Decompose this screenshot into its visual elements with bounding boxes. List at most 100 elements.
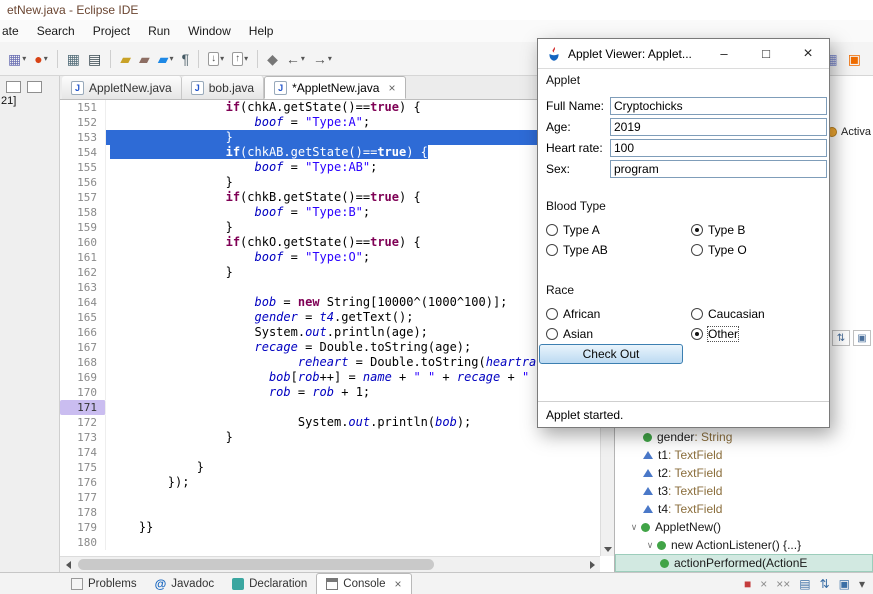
code-line[interactable]: 168 reheart = Double.toString(heartra: [60, 355, 600, 370]
code-line[interactable]: 152 boof = "Type:A";: [60, 115, 600, 130]
code-line[interactable]: 162 }: [60, 265, 600, 280]
scroll-down-arrow-icon[interactable]: [601, 542, 614, 556]
radio-other[interactable]: Other: [691, 324, 829, 344]
code-line[interactable]: 176 });: [60, 475, 600, 490]
close-icon[interactable]: ×: [395, 577, 402, 591]
back-icon[interactable]: ← ▾: [283, 50, 308, 68]
display-selected-console-icon[interactable]: ▾: [859, 578, 865, 590]
field-input-sex[interactable]: [610, 159, 827, 178]
menu-project[interactable]: Project: [84, 21, 139, 41]
code-line[interactable]: 156 }: [60, 175, 600, 190]
print-icon[interactable]: ▤: [85, 50, 104, 68]
applet-titlebar[interactable]: Applet Viewer: Applet... – □ ×: [538, 39, 829, 69]
radio-asian[interactable]: Asian: [546, 324, 691, 344]
code-line[interactable]: 160 if(chkO.getState()==true) {: [60, 235, 600, 250]
terminate-icon[interactable]: ■: [744, 578, 751, 590]
menu-ate[interactable]: ate: [0, 21, 28, 41]
new-folder-icon[interactable]: ▰: [117, 50, 134, 68]
next-annotation-icon[interactable]: ↓ ▾: [205, 50, 227, 68]
code-line[interactable]: 158 boof = "Type:B";: [60, 205, 600, 220]
menu-help[interactable]: Help: [240, 21, 283, 41]
radio-type-ab[interactable]: Type AB: [546, 240, 691, 260]
menu-window[interactable]: Window: [179, 21, 240, 41]
code-editor[interactable]: 151 if(chkA.getState()==true) {152 boof …: [60, 100, 600, 556]
show-whitespace-icon[interactable]: ¶: [179, 50, 193, 68]
scroll-lock-icon[interactable]: ⇅: [820, 578, 830, 590]
view-tab-javadoc[interactable]: @ Javadoc: [146, 573, 224, 594]
run-config-icon[interactable]: ● ▾: [31, 50, 50, 68]
last-edit-location-icon[interactable]: ◆: [264, 50, 281, 68]
radio-type-b[interactable]: Type B: [691, 220, 829, 240]
view-tab-problems[interactable]: Problems: [62, 573, 146, 594]
expand-chevron-icon[interactable]: ∨: [643, 540, 657, 551]
editor-tab[interactable]: J *AppletNew.java ×: [264, 76, 406, 99]
outline-item[interactable]: actionPerformed(ActionE: [615, 554, 873, 572]
menu-search[interactable]: Search: [28, 21, 84, 41]
code-line[interactable]: 154 if(chkAB.getState()==true) {: [60, 145, 600, 160]
horizontal-scroll-thumb[interactable]: [78, 559, 435, 570]
view-menu-icon[interactable]: [27, 81, 42, 93]
field-input-heartrate[interactable]: [610, 138, 827, 157]
remove-all-launches-icon[interactable]: ××: [776, 578, 790, 590]
outline-item[interactable]: t2 : TextField: [615, 464, 873, 482]
code-line[interactable]: 161 boof = "Type:O";: [60, 250, 600, 265]
pin-console-icon[interactable]: ▣: [839, 578, 850, 590]
sort-icon[interactable]: ⇅: [832, 330, 850, 346]
close-button[interactable]: ×: [787, 39, 829, 68]
outline-item[interactable]: t4 : TextField: [615, 500, 873, 518]
editor-tab[interactable]: J AppletNew.java: [62, 76, 182, 99]
forward-icon[interactable]: → ▾: [310, 50, 335, 68]
code-line[interactable]: 167 recage = Double.toString(age);: [60, 340, 600, 355]
view-tab-declaration[interactable]: Declaration: [223, 573, 316, 594]
field-input-fullname[interactable]: [610, 96, 827, 115]
code-line[interactable]: 164 bob = new String[10000^(1000^100)];: [60, 295, 600, 310]
code-line[interactable]: 178: [60, 505, 600, 520]
open-resource-icon[interactable]: ▰: [136, 50, 153, 68]
clear-console-icon[interactable]: ▤: [799, 578, 810, 590]
code-line[interactable]: 179 }}: [60, 520, 600, 535]
editor-tab[interactable]: Jbob.java: [181, 76, 265, 99]
outline-item[interactable]: t3 : TextField: [615, 482, 873, 500]
filter-fields-icon[interactable]: ▣: [853, 330, 871, 346]
code-line[interactable]: 151 if(chkA.getState()==true) {: [60, 100, 600, 115]
code-line[interactable]: 159 }: [60, 220, 600, 235]
code-line[interactable]: 175 }: [60, 460, 600, 475]
code-line[interactable]: 177: [60, 490, 600, 505]
code-line[interactable]: 171: [60, 400, 600, 415]
code-line[interactable]: 166 System.out.println(age);: [60, 325, 600, 340]
minimize-button[interactable]: –: [703, 39, 745, 68]
code-line[interactable]: 172 System.out.println(bob);: [60, 415, 600, 430]
code-line[interactable]: 170 rob = rob + 1;: [60, 385, 600, 400]
outline-item[interactable]: ∨ new ActionListener() {...}: [615, 536, 873, 554]
code-line[interactable]: 173 }: [60, 430, 600, 445]
code-line[interactable]: 155 boof = "Type:AB";: [60, 160, 600, 175]
radio-type-a[interactable]: Type A: [546, 220, 691, 240]
prev-annotation-icon[interactable]: ↑ ▾: [229, 50, 251, 68]
outline-item[interactable]: t1 : TextField: [615, 446, 873, 464]
java-perspective-icon[interactable]: ▣: [845, 50, 864, 68]
radio-caucasian[interactable]: Caucasian: [691, 304, 829, 324]
maximize-button[interactable]: □: [745, 39, 787, 68]
editor-horizontal-scrollbar[interactable]: [60, 556, 600, 572]
expand-chevron-icon[interactable]: ∨: [627, 522, 641, 533]
close-icon[interactable]: ×: [388, 81, 395, 95]
outline-item[interactable]: ∨ AppletNew(): [615, 518, 873, 536]
open-type-icon[interactable]: ▦: [64, 50, 83, 68]
check-out-button[interactable]: Check Out: [539, 344, 683, 364]
code-line[interactable]: 163: [60, 280, 600, 295]
menu-run[interactable]: Run: [139, 21, 179, 41]
code-line[interactable]: 174: [60, 445, 600, 460]
format-icon[interactable]: ▰ ▾: [155, 50, 177, 68]
scroll-left-arrow-icon[interactable]: [60, 557, 76, 572]
applet-menu[interactable]: Applet: [546, 73, 580, 87]
code-line[interactable]: 153 }: [60, 130, 600, 145]
code-line[interactable]: 180: [60, 535, 600, 550]
scroll-right-arrow-icon[interactable]: [584, 557, 600, 572]
code-line[interactable]: 157 if(chkB.getState()==true) {: [60, 190, 600, 205]
code-line[interactable]: 169 bob[rob++] = name + " " + recage + ": [60, 370, 600, 385]
radio-type-o[interactable]: Type O: [691, 240, 829, 260]
radio-african[interactable]: African: [546, 304, 691, 324]
new-wizard-icon[interactable]: ▦ ▾: [5, 50, 29, 68]
view-tab-console[interactable]: Console ×: [316, 573, 412, 594]
activate-chip[interactable]: Activa: [827, 126, 871, 138]
